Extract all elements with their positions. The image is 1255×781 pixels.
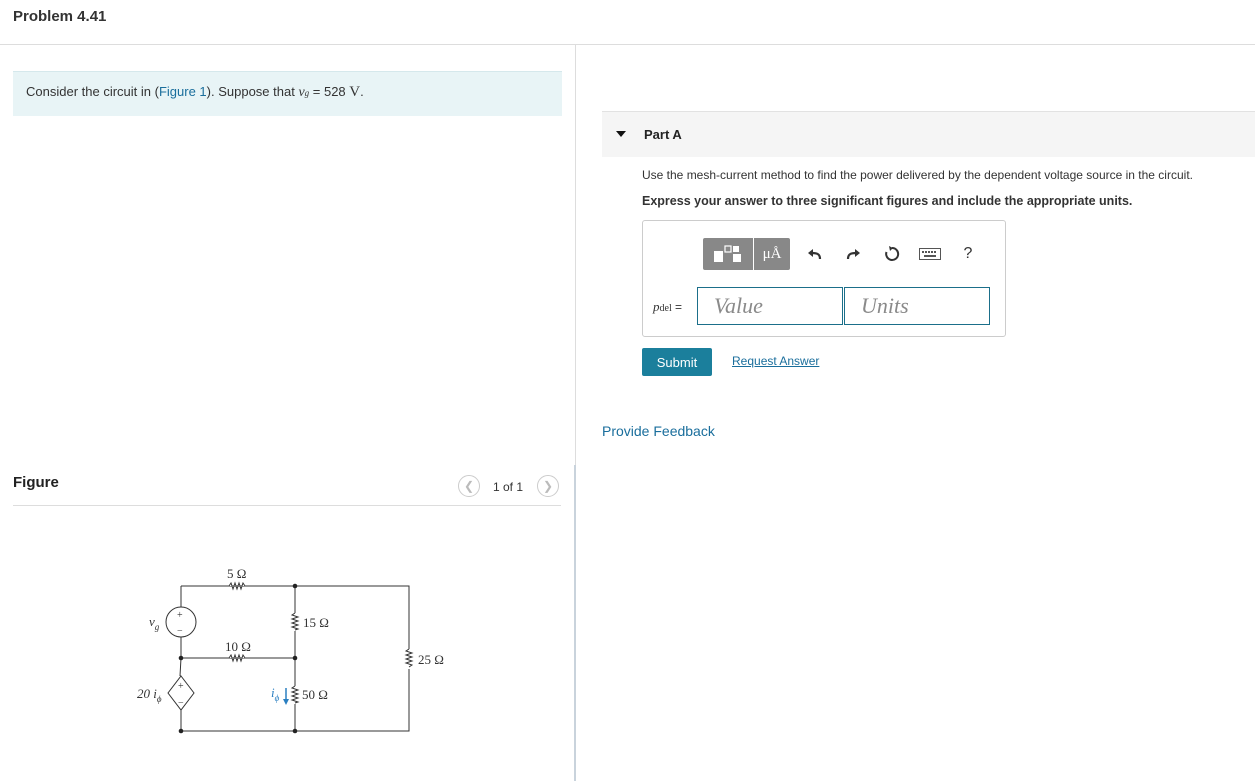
figure-link[interactable]: Figure 1 <box>159 84 207 99</box>
label-r2: 15 Ω <box>303 615 329 630</box>
prev-figure-button[interactable]: ❮ <box>458 475 480 497</box>
request-answer-link[interactable]: Request Answer <box>732 354 819 368</box>
help-button[interactable]: ? <box>956 238 980 270</box>
undo-button[interactable] <box>803 238 827 270</box>
keyboard-button[interactable] <box>918 238 942 270</box>
node-dot <box>178 655 184 661</box>
submit-button[interactable]: Submit <box>642 348 712 376</box>
header-divider <box>0 44 1255 45</box>
label-current: iϕ <box>271 685 280 703</box>
resistor-50-icon <box>290 685 300 704</box>
dep-plus: + <box>178 681 184 692</box>
unit-v: V <box>349 84 361 100</box>
label-r5: 50 Ω <box>302 687 328 702</box>
figure-label: Figure <box>13 474 59 491</box>
intro-text: Consider the circuit in (Figure 1). Supp… <box>26 84 364 101</box>
next-figure-button[interactable]: ❯ <box>537 475 559 497</box>
figure-divider <box>13 505 561 506</box>
vsrc-plus: + <box>177 610 183 621</box>
redo-icon <box>846 249 860 260</box>
label-r1: 5 Ω <box>227 566 246 581</box>
figure-page-count: 1 of 1 <box>493 480 524 494</box>
collapse-triangle-icon[interactable] <box>616 131 626 137</box>
page-title: Problem 4.41 <box>13 8 107 25</box>
reset-icon <box>885 246 900 261</box>
pane-resize-handle[interactable] <box>574 465 576 781</box>
templates-button[interactable] <box>703 238 753 270</box>
reset-button[interactable] <box>880 238 904 270</box>
units-button[interactable]: μÅ <box>754 238 790 270</box>
node-dot <box>292 728 298 734</box>
label-r4: 25 Ω <box>418 652 444 667</box>
resistor-15-icon <box>290 612 300 631</box>
vsrc-minus: − <box>177 626 183 637</box>
resistor-5-icon <box>228 581 246 591</box>
label-r3: 10 Ω <box>225 639 251 654</box>
keyboard-icon <box>919 248 941 260</box>
units-input[interactable] <box>844 287 990 325</box>
redo-button[interactable] <box>841 238 865 270</box>
undo-icon <box>808 249 822 260</box>
part-a-express: Express your answer to three significant… <box>642 194 1133 208</box>
label-dep: 20 iϕ <box>137 686 162 704</box>
value-input[interactable] <box>697 287 843 325</box>
part-a-instruction: Use the mesh-current method to find the … <box>642 168 1193 182</box>
chevron-left-icon: ❮ <box>463 479 475 493</box>
part-a-header[interactable] <box>602 111 1255 157</box>
intro-equals: = 528 <box>309 84 350 99</box>
current-arrowhead-icon <box>283 699 289 705</box>
part-a-title[interactable]: Part A <box>644 127 682 142</box>
provide-feedback-link[interactable]: Provide Feedback <box>602 423 715 439</box>
answer-label: pdel = <box>653 299 683 314</box>
intro-end: . <box>360 84 364 99</box>
templates-icon <box>714 245 741 262</box>
chevron-right-icon: ❯ <box>542 479 554 493</box>
circuit-diagram: + − + − 5 Ω 15 Ω 10 Ω 25 Ω 50 Ω vg 20 iϕ… <box>137 566 444 734</box>
node-dot <box>292 655 298 661</box>
node-dot <box>292 583 298 589</box>
intro-middle: ). Suppose that <box>206 84 299 99</box>
resistor-10-icon <box>228 653 246 663</box>
label-vg: vg <box>149 614 160 632</box>
dep-minus: − <box>178 698 184 709</box>
node-dot <box>178 728 184 734</box>
intro-prefix: Consider the circuit in ( <box>26 84 159 99</box>
